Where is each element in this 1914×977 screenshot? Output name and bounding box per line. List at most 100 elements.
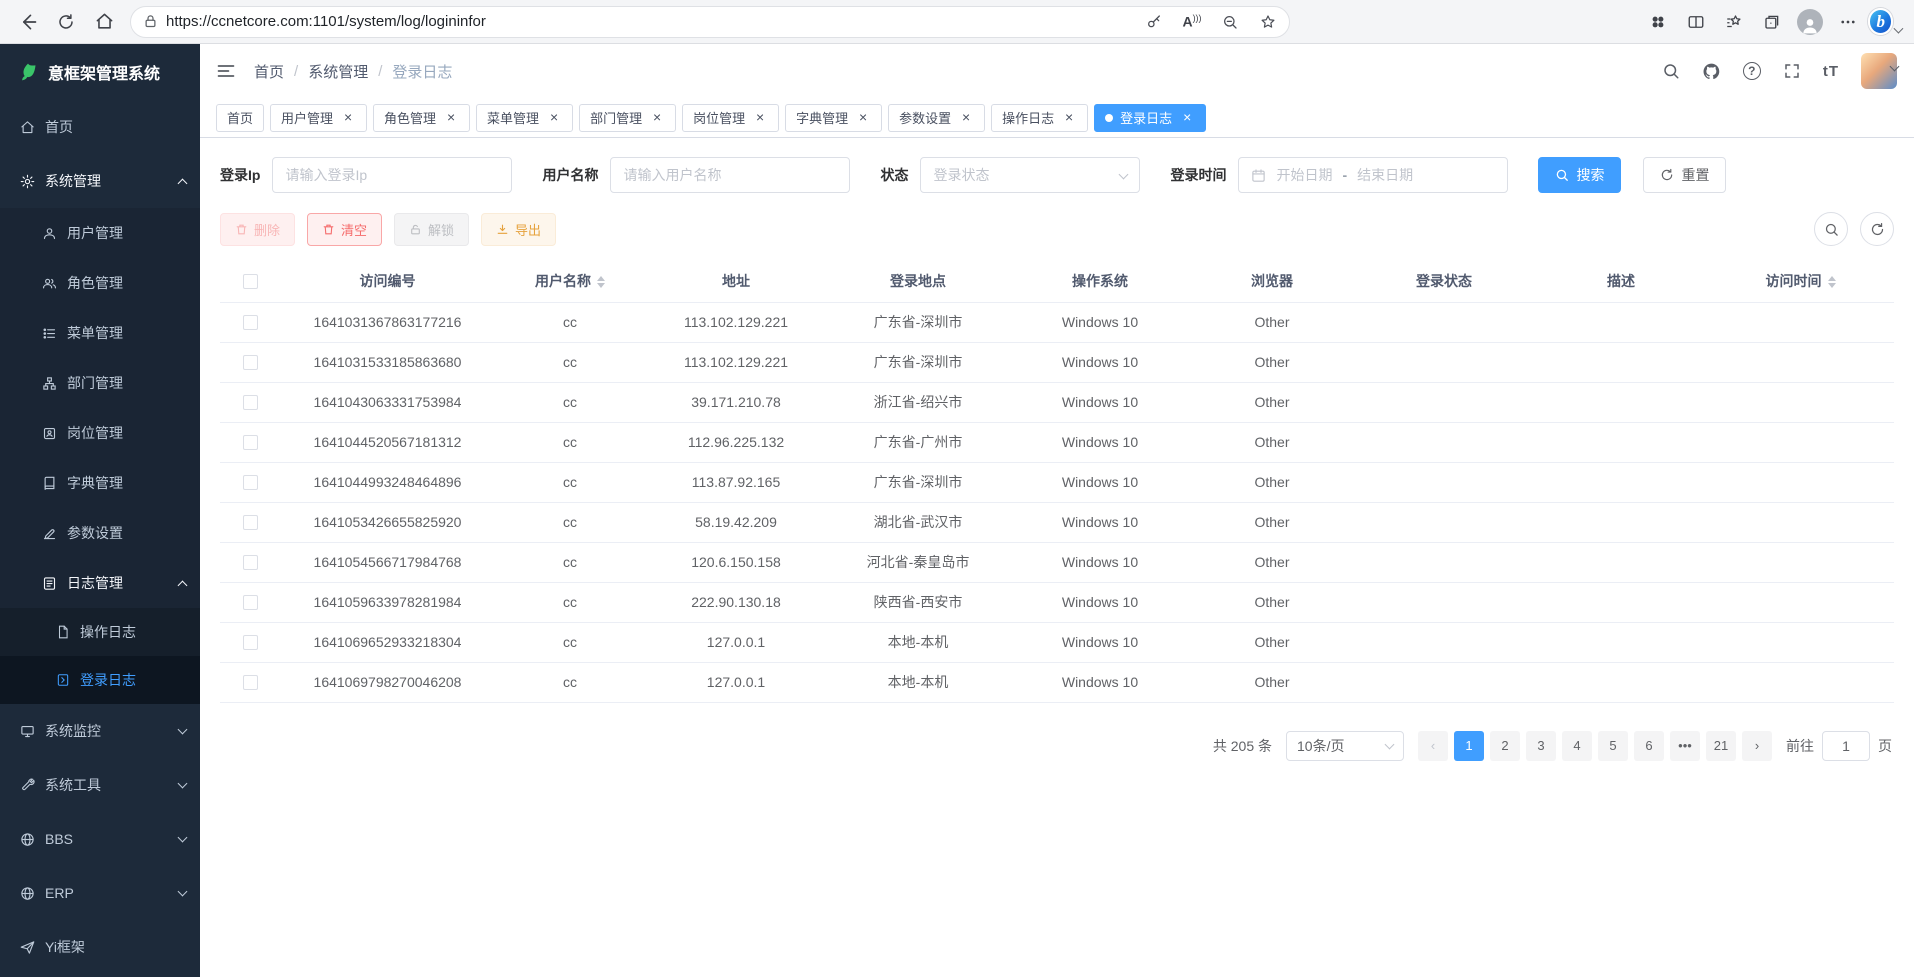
github-link[interactable] — [1702, 62, 1721, 81]
tab-close-icon[interactable]: × — [443, 110, 459, 126]
tab-close-icon[interactable]: × — [340, 110, 356, 126]
tab-8[interactable]: 操作日志× — [991, 104, 1088, 132]
row-checkbox[interactable] — [243, 475, 258, 490]
next-page-button[interactable]: › — [1742, 731, 1772, 761]
row-checkbox[interactable] — [243, 635, 258, 650]
address-bar[interactable]: https://ccnetcore.com:1101/system/log/lo… — [130, 6, 1290, 38]
tab-close-icon[interactable]: × — [752, 110, 768, 126]
select-all-checkbox[interactable] — [243, 274, 258, 289]
sort-carets-icon[interactable] — [597, 276, 605, 288]
tab-1[interactable]: 用户管理× — [270, 104, 367, 132]
row-checkbox[interactable] — [243, 595, 258, 610]
page-button-6[interactable]: 6 — [1634, 731, 1664, 761]
sidebar-collapse-button[interactable] — [216, 61, 236, 81]
sidebar-item-log-mgmt[interactable]: 日志管理 — [0, 558, 200, 608]
sidebar-item-dict-mgmt[interactable]: 字典管理 — [0, 458, 200, 508]
tab-3[interactable]: 菜单管理× — [476, 104, 573, 132]
page-button-5[interactable]: 5 — [1598, 731, 1628, 761]
browser-home-button[interactable] — [86, 5, 122, 39]
tab-close-icon[interactable]: × — [1061, 110, 1077, 126]
fullscreen-button[interactable] — [1783, 62, 1801, 80]
app-logo[interactable]: 意框架管理系统 — [0, 44, 200, 100]
prev-page-button[interactable]: ‹ — [1418, 731, 1448, 761]
breadcrumb-home[interactable]: 首页 — [254, 61, 284, 82]
sidebar-item-role-mgmt[interactable]: 角色管理 — [0, 258, 200, 308]
page-size-select[interactable]: 10条/页 — [1286, 731, 1404, 761]
read-aloud-button[interactable]: A))) — [1177, 8, 1207, 36]
url-text[interactable]: https://ccnetcore.com:1101/system/log/lo… — [166, 13, 1131, 30]
sidebar-item-param-settings[interactable]: 参数设置 — [0, 508, 200, 558]
favorites-button[interactable] — [1716, 5, 1752, 39]
tab-close-icon[interactable]: × — [546, 110, 562, 126]
refresh-table-button[interactable] — [1860, 212, 1894, 246]
column-header-user[interactable]: 用户名称 — [495, 260, 645, 302]
page-button-21[interactable]: 21 — [1706, 731, 1736, 761]
tab-close-icon[interactable]: × — [855, 110, 871, 126]
header-search-button[interactable] — [1662, 62, 1680, 80]
tab-0[interactable]: 首页 — [216, 104, 264, 132]
column-header-time[interactable]: 访问时间 — [1707, 260, 1894, 302]
tab-9[interactable]: 登录日志× — [1094, 104, 1206, 132]
tab-close-icon[interactable]: × — [958, 110, 974, 126]
row-checkbox[interactable] — [243, 675, 258, 690]
user-name-input[interactable] — [610, 157, 850, 193]
row-checkbox[interactable] — [243, 435, 258, 450]
login-status-select[interactable]: 登录状态 — [920, 157, 1140, 193]
sidebar-item-yi-framework[interactable]: Yi框架 — [0, 920, 200, 974]
tab-2[interactable]: 角色管理× — [373, 104, 470, 132]
browser-back-button[interactable] — [10, 5, 46, 39]
user-menu[interactable] — [1861, 53, 1898, 89]
search-button[interactable]: 搜索 — [1538, 157, 1621, 193]
toggle-search-button[interactable] — [1814, 212, 1848, 246]
delete-button[interactable]: 删除 — [220, 213, 295, 246]
split-screen-button[interactable] — [1678, 5, 1714, 39]
help-button[interactable]: ? — [1743, 62, 1761, 80]
unlock-button[interactable]: 解锁 — [394, 213, 469, 246]
page-button-1[interactable]: 1 — [1454, 731, 1484, 761]
more-pages-button[interactable]: ••• — [1670, 731, 1700, 761]
font-size-button[interactable]: tT — [1823, 63, 1839, 80]
add-favorite-button[interactable] — [1253, 8, 1283, 36]
login-time-range-picker[interactable]: 开始日期 - 结束日期 — [1238, 157, 1508, 193]
row-checkbox[interactable] — [243, 355, 258, 370]
breadcrumb-system[interactable]: 系统管理 — [308, 61, 368, 82]
sidebar-item-bbs[interactable]: BBS — [0, 812, 200, 866]
zoom-out-button[interactable] — [1215, 8, 1245, 36]
login-ip-input[interactable] — [272, 157, 512, 193]
page-button-4[interactable]: 4 — [1562, 731, 1592, 761]
sidebar-item-home[interactable]: 首页 — [0, 100, 200, 154]
sidebar-item-post-mgmt[interactable]: 岗位管理 — [0, 408, 200, 458]
sidebar-item-operation-log[interactable]: 操作日志 — [0, 608, 200, 656]
tab-close-icon[interactable]: × — [1179, 110, 1195, 126]
sidebar-item-dept-mgmt[interactable]: 部门管理 — [0, 358, 200, 408]
reset-button[interactable]: 重置 — [1643, 157, 1726, 193]
page-button-3[interactable]: 3 — [1526, 731, 1556, 761]
sidebar-item-menu-mgmt[interactable]: 菜单管理 — [0, 308, 200, 358]
row-checkbox[interactable] — [243, 515, 258, 530]
browser-settings-button[interactable] — [1830, 5, 1866, 39]
goto-page-input[interactable] — [1822, 731, 1870, 761]
sidebar-item-login-log[interactable]: 登录日志 — [0, 656, 200, 704]
row-checkbox[interactable] — [243, 395, 258, 410]
tab-4[interactable]: 部门管理× — [579, 104, 676, 132]
tab-5[interactable]: 岗位管理× — [682, 104, 779, 132]
sidebar-item-user-mgmt[interactable]: 用户管理 — [0, 208, 200, 258]
browser-refresh-button[interactable] — [48, 5, 84, 39]
tab-7[interactable]: 参数设置× — [888, 104, 985, 132]
browser-profile-button[interactable] — [1792, 5, 1828, 39]
sidebar-item-system-mgmt[interactable]: 系统管理 — [0, 154, 200, 208]
tab-6[interactable]: 字典管理× — [785, 104, 882, 132]
sidebar-item-system-monitor[interactable]: 系统监控 — [0, 704, 200, 758]
tab-close-icon[interactable]: × — [649, 110, 665, 126]
clear-button[interactable]: 清空 — [307, 213, 382, 246]
sidebar-item-system-tools[interactable]: 系统工具 — [0, 758, 200, 812]
copilot-button[interactable]: b — [1868, 5, 1904, 39]
sidebar-item-erp[interactable]: ERP — [0, 866, 200, 920]
collections-button[interactable] — [1754, 5, 1790, 39]
export-button[interactable]: 导出 — [481, 213, 556, 246]
browser-essentials-button[interactable] — [1640, 5, 1676, 39]
row-checkbox[interactable] — [243, 555, 258, 570]
row-checkbox[interactable] — [243, 315, 258, 330]
page-button-2[interactable]: 2 — [1490, 731, 1520, 761]
saved-passwords-button[interactable] — [1139, 8, 1169, 36]
